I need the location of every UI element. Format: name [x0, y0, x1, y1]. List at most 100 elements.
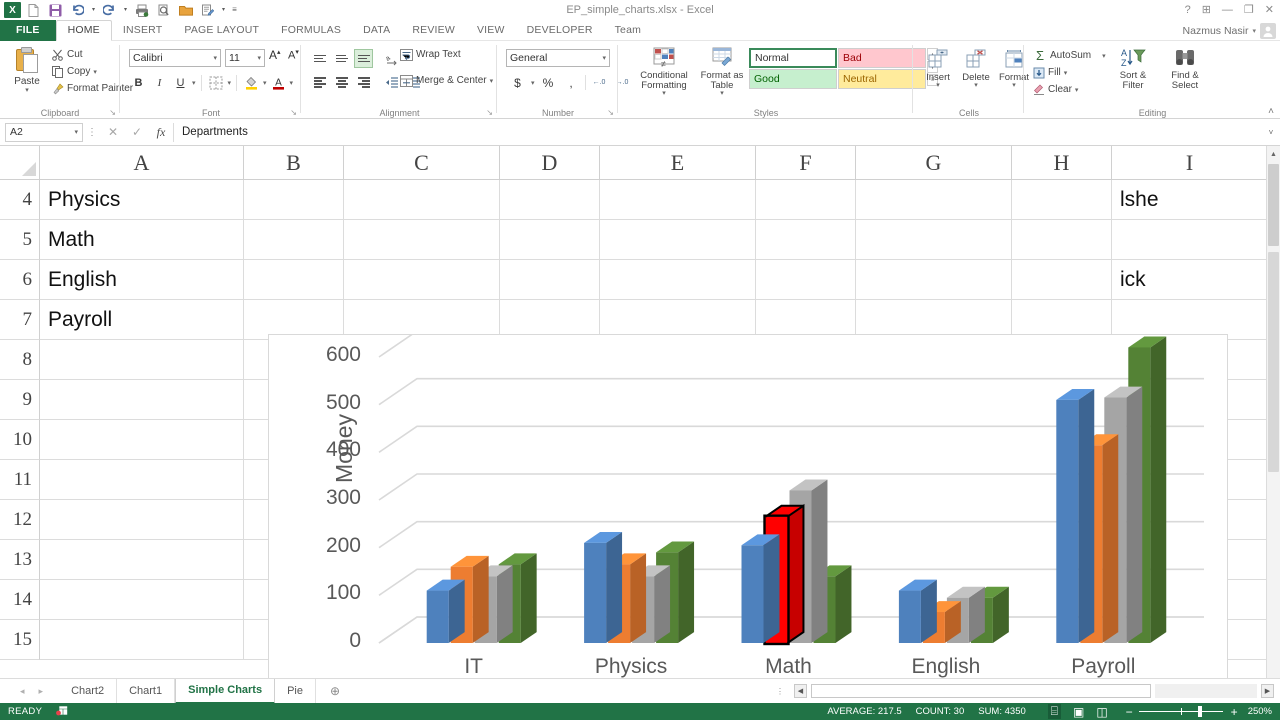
ribbon-display-options-button[interactable]: ⊞	[1202, 4, 1211, 16]
cell-A5[interactable]: Math	[40, 220, 244, 260]
print-preview-icon[interactable]	[154, 1, 173, 19]
clipboard-dialog-launcher[interactable]: ↘	[109, 108, 116, 117]
collapse-ribbon-button[interactable]: ˄	[1268, 106, 1274, 117]
row-header-13[interactable]: 13	[0, 540, 40, 580]
align-bottom-button[interactable]	[354, 49, 373, 68]
horizontal-scrollbar[interactable]: ⋮ ◀ ▶	[776, 684, 1274, 698]
autosum-dropdown-icon[interactable]: ▾	[1102, 52, 1106, 60]
cell-I6[interactable]: ick	[1112, 260, 1268, 300]
cell-B4[interactable]	[244, 180, 344, 220]
merge-dropdown-icon[interactable]: ▾	[490, 77, 494, 85]
cell-A7[interactable]: Payroll	[40, 300, 244, 340]
align-middle-button[interactable]	[332, 49, 351, 68]
cell-E4[interactable]	[600, 180, 756, 220]
cell-D4[interactable]	[500, 180, 600, 220]
accounting-format-button[interactable]: $	[508, 73, 527, 92]
column-header-B[interactable]: B	[244, 146, 344, 180]
new-file-icon[interactable]	[24, 1, 43, 19]
row-header-6[interactable]: 6	[0, 260, 40, 300]
macro-record-button[interactable]	[56, 703, 69, 720]
expand-formula-bar-button[interactable]: ˅	[1262, 128, 1280, 137]
normal-view-button[interactable]: ⌸	[1047, 704, 1061, 719]
clear-dropdown-icon[interactable]: ▾	[1075, 86, 1079, 94]
row-header-12[interactable]: 12	[0, 500, 40, 540]
formula-input[interactable]: Departments	[173, 122, 1262, 142]
cell-F5[interactable]	[756, 220, 856, 260]
align-right-button[interactable]	[354, 73, 373, 92]
sort-filter-button[interactable]: AZ Sort & Filter	[1109, 45, 1157, 91]
ribbon-tab-view[interactable]: VIEW	[466, 20, 516, 41]
cell-A11[interactable]	[40, 460, 244, 500]
zoom-slider[interactable]	[1138, 706, 1223, 717]
cell-style-good[interactable]: Good	[749, 69, 837, 89]
autosum-button[interactable]: Σ AutoSum ▾	[1031, 47, 1108, 64]
undo-icon[interactable]	[68, 1, 87, 19]
ribbon-tab-file[interactable]: FILE	[0, 20, 56, 41]
chart-bar-january-payroll[interactable]	[1056, 388, 1095, 643]
chart-bar-january-it[interactable]	[426, 579, 465, 643]
number-format-dropdown-icon[interactable]: ▾	[598, 54, 606, 62]
row-header-10[interactable]: 10	[0, 420, 40, 460]
row-header-5[interactable]: 5	[0, 220, 40, 260]
vertical-scroll-thumb[interactable]	[1268, 164, 1279, 246]
page-break-view-button[interactable]: ◫	[1096, 705, 1107, 719]
cell-H6[interactable]	[1012, 260, 1112, 300]
cell-C4[interactable]	[344, 180, 500, 220]
align-center-button[interactable]	[332, 73, 351, 92]
delete-cells-dropdown-icon[interactable]: ▾	[974, 82, 978, 89]
chart-object[interactable]: Money 0 100 200 300 400 500 600 IT Physics Math E…	[268, 334, 1228, 678]
ribbon-tab-developer[interactable]: DEVELOPER	[516, 20, 604, 41]
increase-font-size-button[interactable]: A▴	[269, 48, 281, 62]
cell-D5[interactable]	[500, 220, 600, 260]
font-dialog-launcher[interactable]: ↘	[290, 108, 297, 117]
cell-G5[interactable]	[856, 220, 1012, 260]
decrease-font-size-button[interactable]: A▾	[288, 48, 299, 62]
cell-style-normal[interactable]: Normal	[749, 48, 837, 68]
last-sheet-button[interactable]: ▸	[39, 686, 44, 697]
column-header-G[interactable]: G	[856, 146, 1012, 180]
bold-button[interactable]: B	[129, 73, 148, 92]
name-box[interactable]: A2 ▾	[5, 122, 83, 142]
ribbon-tab-home[interactable]: HOME	[55, 20, 112, 41]
format-cells-dropdown-icon[interactable]: ▾	[1012, 82, 1016, 89]
row-header-14[interactable]: 14	[0, 580, 40, 620]
insert-cells-button[interactable]: Insert ▾	[920, 46, 956, 89]
ribbon-tab-insert[interactable]: INSERT	[112, 20, 174, 41]
redo-dropdown-icon[interactable]: ▾	[122, 1, 129, 19]
cell-H4[interactable]	[1012, 180, 1112, 220]
column-header-A[interactable]: A	[40, 146, 244, 180]
insert-cells-dropdown-icon[interactable]: ▾	[936, 82, 940, 89]
confirm-entry-button[interactable]: ✓	[125, 125, 149, 139]
fill-color-button[interactable]	[242, 73, 261, 92]
font-color-button[interactable]: A	[269, 73, 288, 92]
cell-C6[interactable]	[344, 260, 500, 300]
row-header-8[interactable]: 8	[0, 340, 40, 380]
clear-button[interactable]: Clear ▾	[1031, 81, 1108, 98]
column-header-E[interactable]: E	[600, 146, 756, 180]
cell-I5[interactable]	[1112, 220, 1268, 260]
zoom-slider-thumb[interactable]	[1197, 706, 1202, 717]
zoom-out-button[interactable]: −	[1126, 705, 1133, 719]
percent-format-button[interactable]: %	[539, 73, 558, 92]
name-box-dropdown-icon[interactable]: ▾	[70, 128, 78, 136]
underline-dropdown-icon[interactable]: ▾	[192, 79, 196, 87]
chart-bar-january-physics[interactable]	[584, 531, 623, 643]
cell-A10[interactable]	[40, 420, 244, 460]
fill-dropdown-icon[interactable]: ▾	[1064, 69, 1068, 77]
accounting-dropdown-icon[interactable]: ▾	[531, 79, 535, 87]
cell-A4[interactable]: Physics	[40, 180, 244, 220]
row-header-7[interactable]: 7	[0, 300, 40, 340]
worksheet-grid[interactable]: ABCDEFGHI 4 5 6 7 8 9 10 11 12 13 14 15 Physics lshe…	[0, 146, 1280, 678]
italic-button[interactable]: I	[150, 73, 169, 92]
fill-color-dropdown-icon[interactable]: ▾	[263, 79, 267, 87]
cell-D6[interactable]	[500, 260, 600, 300]
horizontal-scroll-thumb[interactable]	[811, 684, 1151, 698]
cell-E5[interactable]	[600, 220, 756, 260]
column-header-H[interactable]: H	[1012, 146, 1112, 180]
scroll-up-button[interactable]: ▲	[1267, 146, 1280, 162]
ribbon-tab-formulas[interactable]: FORMULAS	[270, 20, 352, 41]
vertical-scrollbar[interactable]: ▲	[1266, 146, 1280, 678]
find-select-button[interactable]: Find & Select	[1161, 45, 1209, 91]
delete-cells-button[interactable]: Delete ▾	[958, 46, 994, 89]
cell-I4[interactable]: lshe	[1112, 180, 1268, 220]
